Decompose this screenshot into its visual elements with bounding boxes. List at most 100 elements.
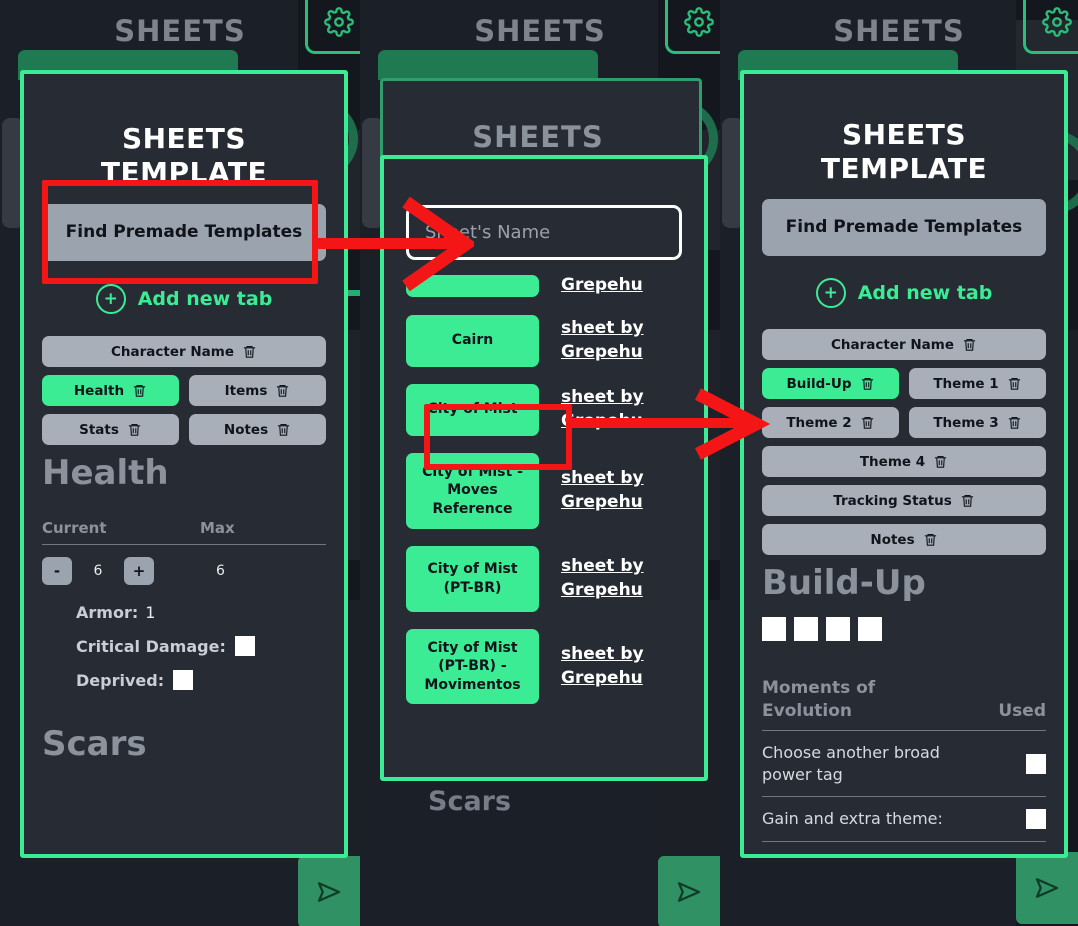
background-sheets-label: SHEETS <box>472 120 604 154</box>
gear-icon[interactable] <box>324 7 354 37</box>
deprived-checkbox[interactable] <box>173 670 194 691</box>
list-item: Deprived: <box>76 670 326 691</box>
trash-icon[interactable] <box>275 382 290 399</box>
build-up-checkbox-row <box>762 617 1046 642</box>
trash-icon[interactable] <box>127 421 142 438</box>
list-item: City of Mist (PT-BR) - Movimentos sheet … <box>406 628 682 705</box>
trash-icon[interactable] <box>276 421 291 438</box>
section-heading-build-up: Build-Up <box>762 563 926 604</box>
build-up-checkbox[interactable] <box>826 617 850 642</box>
panel-content: SHEETS TEMPLATE Find Premade Templates +… <box>744 74 1064 854</box>
send-button[interactable] <box>1016 852 1078 924</box>
gear-icon[interactable] <box>684 7 714 37</box>
tab-row: Theme 2 Theme 3 <box>762 407 1046 439</box>
sheets-template-panel-right: SHEETS TEMPLATE Find Premade Templates +… <box>740 70 1068 858</box>
plus-icon: + <box>815 278 846 309</box>
section-heading-scars: Scars <box>42 724 147 765</box>
trash-icon[interactable] <box>860 414 875 431</box>
send-button[interactable] <box>658 856 720 926</box>
sheet-tab-character-name[interactable]: Character Name <box>42 336 326 368</box>
premade-sheet-button-city-of-mist-ptbr[interactable]: City of Mist (PT-BR) <box>406 545 539 612</box>
sheet-tab-items[interactable]: Items <box>189 375 326 407</box>
trash-icon[interactable] <box>1007 375 1022 392</box>
stat-label-deprived: Deprived: <box>76 670 165 690</box>
trash-icon[interactable] <box>960 492 975 509</box>
trash-icon[interactable] <box>923 531 938 548</box>
tab-list: Character Name Build-Up Theme 1 Theme 2 … <box>762 329 1046 556</box>
add-new-tab-button[interactable]: + Add new tab <box>42 284 326 315</box>
tab-row: Build-Up Theme 1 <box>762 368 1046 400</box>
stat-value-armor: 1 <box>145 603 156 623</box>
tab-row: Tracking Status <box>762 485 1046 517</box>
premade-sheet-author[interactable]: sheet by Grepehu <box>561 555 651 603</box>
trash-icon[interactable] <box>242 343 257 360</box>
tab-row: Character Name <box>42 336 326 368</box>
sheet-tab-tracking-status[interactable]: Tracking Status <box>762 485 1046 517</box>
premade-sheet-button-cairn[interactable]: Cairn <box>406 314 539 367</box>
moment-used-checkbox[interactable] <box>1026 753 1046 774</box>
premade-sheet-author[interactable]: Grepehu <box>561 274 643 298</box>
screenshot-root: SHEETS SHEETS SHEETS SHEETS Scars SHEETS… <box>0 0 1078 926</box>
build-up-checkbox[interactable] <box>858 617 882 642</box>
list-item: City of Mist (PT-BR) sheet by Grepehu <box>406 545 682 612</box>
health-max-value: 6 <box>216 563 225 580</box>
premade-sheet-author[interactable]: sheet by Grepehu <box>561 643 651 691</box>
health-current-value: 6 <box>93 563 103 580</box>
gear-icon[interactable] <box>1042 7 1072 37</box>
add-new-tab-label: Add new tab <box>137 288 273 311</box>
background-gear-box <box>305 0 360 54</box>
table-header-row: Moments of Evolution Used <box>762 677 1046 732</box>
sheet-tab-theme-2[interactable]: Theme 2 <box>762 407 899 439</box>
stat-label-armor: Armor: <box>76 603 139 623</box>
plus-icon: + <box>95 284 126 315</box>
moment-used-checkbox[interactable] <box>1026 809 1046 830</box>
sheet-tab-notes[interactable]: Notes <box>189 414 326 446</box>
page-title: SHEETS TEMPLATE <box>820 118 988 186</box>
trash-icon[interactable] <box>860 375 875 392</box>
background-gear-box <box>665 0 720 54</box>
build-up-checkbox[interactable] <box>794 617 818 642</box>
premade-sheet-author[interactable]: sheet by Grepehu <box>561 317 651 365</box>
sheet-tab-build-up[interactable]: Build-Up <box>762 368 899 400</box>
health-increment-button[interactable]: + <box>124 557 154 586</box>
trash-icon[interactable] <box>962 336 977 353</box>
sheet-tab-theme-4[interactable]: Theme 4 <box>762 446 1046 478</box>
send-button[interactable] <box>298 856 360 926</box>
trash-icon[interactable] <box>1007 414 1022 431</box>
build-up-checkbox[interactable] <box>762 617 786 642</box>
list-item: Cairn sheet by Grepehu <box>406 314 682 367</box>
send-icon <box>1035 878 1059 898</box>
list-item: Armor: 1 <box>76 603 326 622</box>
sheet-tab-notes[interactable]: Notes <box>762 524 1046 556</box>
sheet-tab-theme-1[interactable]: Theme 1 <box>909 368 1046 400</box>
sheet-tab-character-name[interactable]: Character Name <box>762 329 1046 361</box>
send-icon <box>677 882 701 902</box>
trash-icon[interactable] <box>132 382 147 399</box>
premade-sheet-button-city-of-mist-ptbr-movimentos[interactable]: City of Mist (PT-BR) - Movimentos <box>406 628 539 705</box>
section-heading-health: Health <box>42 453 169 494</box>
sheet-tab-theme-3[interactable]: Theme 3 <box>909 407 1046 439</box>
column-header-used: Used <box>998 701 1046 722</box>
annotation-arrow-head-2 <box>695 388 770 460</box>
table-row: Choose another broad power tag <box>762 731 1046 798</box>
critical-damage-checkbox[interactable] <box>234 636 255 657</box>
health-table-row: - 6 + 6 <box>42 545 326 586</box>
add-new-tab-label: Add new tab <box>857 282 993 305</box>
annotation-arrow-head-1 <box>402 196 474 292</box>
background-gear-box <box>1023 0 1078 54</box>
sheet-tab-stats[interactable]: Stats <box>42 414 179 446</box>
list-item: Critical Damage: <box>76 636 326 657</box>
add-new-tab-button[interactable]: + Add new tab <box>762 278 1046 309</box>
tab-list: Character Name Health Items Stats Notes <box>42 336 326 446</box>
tab-row: Health Items <box>42 375 326 407</box>
trash-icon[interactable] <box>933 453 948 470</box>
moment-label: Choose another broad power tag <box>762 743 940 784</box>
annotation-box-city-of-mist <box>424 404 572 470</box>
find-premade-templates-button[interactable]: Find Premade Templates <box>762 199 1046 257</box>
health-decrement-button[interactable]: - <box>42 557 72 586</box>
moments-of-evolution-table: Moments of Evolution Used Choose another… <box>762 677 1046 842</box>
tab-row: Character Name <box>762 329 1046 361</box>
premade-sheet-author[interactable]: sheet by Grepehu <box>561 467 651 515</box>
sheet-tab-health[interactable]: Health <box>42 375 179 407</box>
stat-label-critical-damage: Critical Damage: <box>76 636 226 656</box>
